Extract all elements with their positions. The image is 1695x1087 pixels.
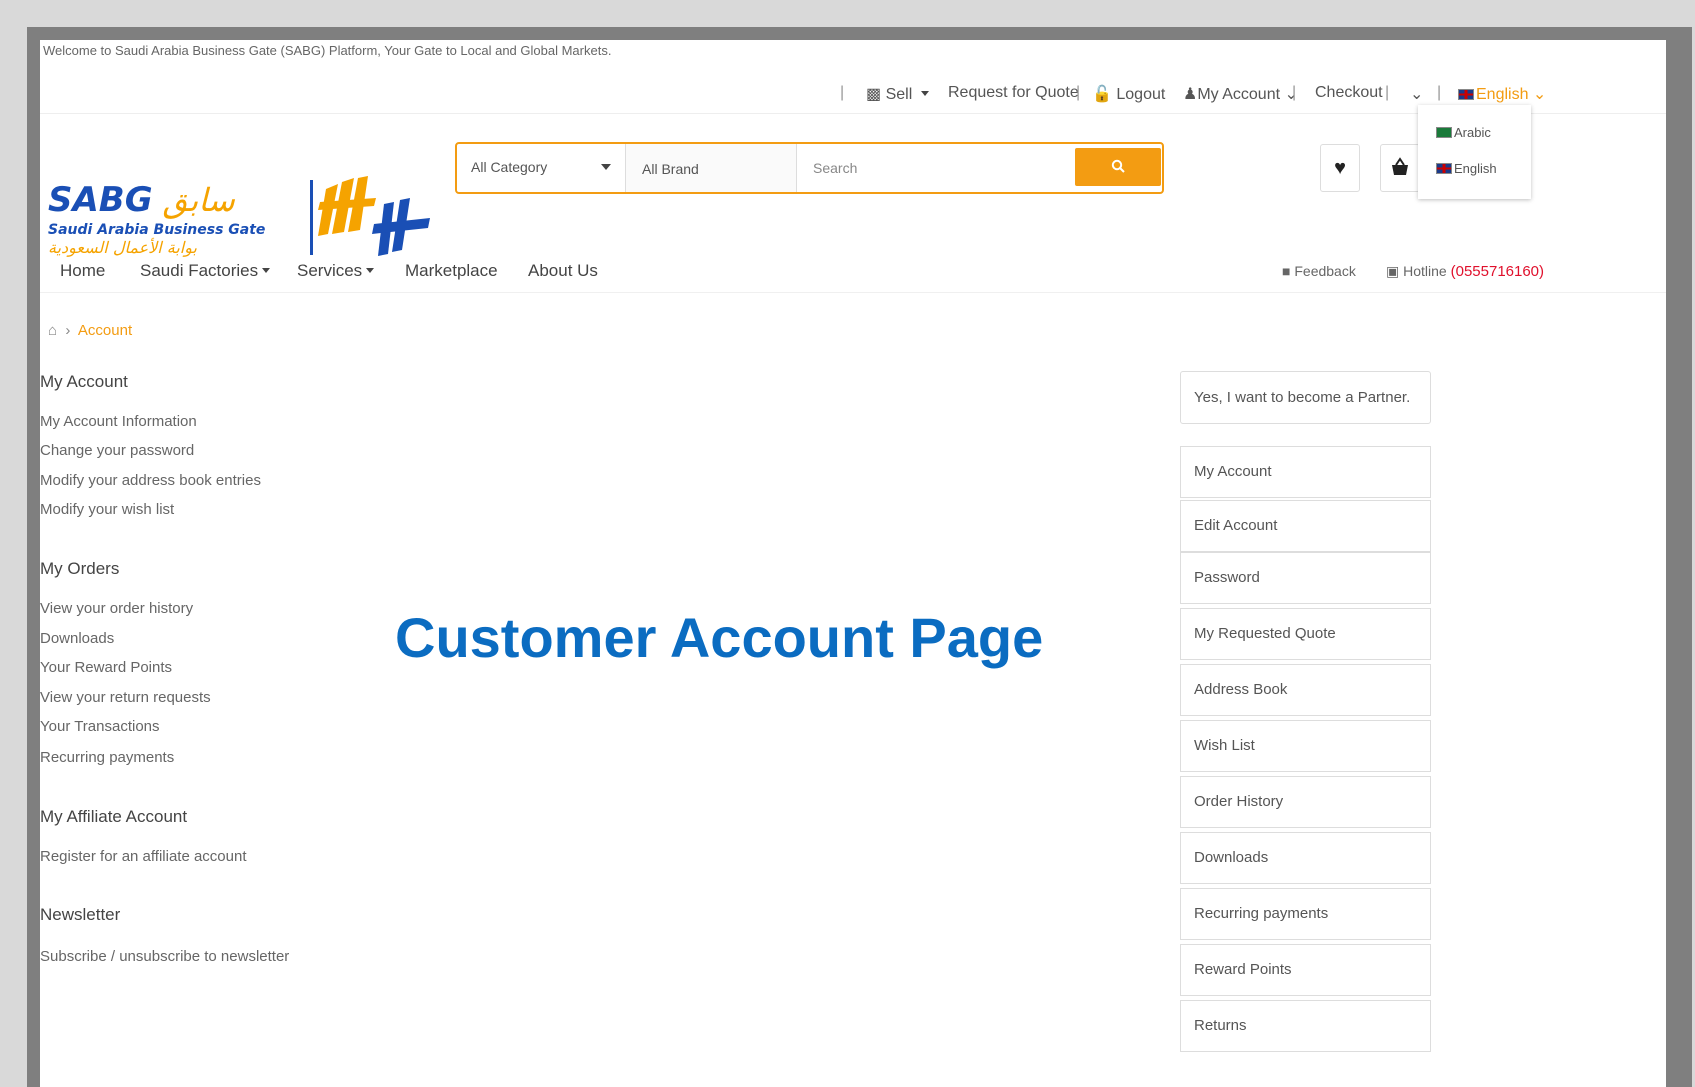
search-icon [1111, 159, 1125, 173]
nav-about[interactable]: About Us [528, 261, 598, 281]
link-wish-list[interactable]: Modify your wish list [40, 501, 174, 518]
users-icon: ▩ [866, 86, 882, 103]
my-account-menu[interactable]: ♟My Account ⌄ [1183, 84, 1298, 104]
menu-item-recurring-payments[interactable]: Recurring payments [1180, 888, 1431, 940]
search-button[interactable] [1075, 148, 1161, 186]
caret-down-icon [601, 164, 611, 170]
divider: | [1292, 84, 1297, 101]
logout-link[interactable]: 🔓 Logout [1092, 84, 1165, 104]
currency-dropdown[interactable]: ⌄ [1410, 84, 1423, 104]
link-newsletter[interactable]: Subscribe / unsubscribe to newsletter [40, 948, 289, 965]
request-quote-link[interactable]: Request for Quote [948, 84, 1079, 102]
language-option-arabic[interactable]: Arabic [1436, 125, 1491, 140]
search-input[interactable] [797, 144, 1075, 192]
heart-icon: ♥ [1334, 157, 1346, 179]
uk-flag-icon [1436, 163, 1452, 174]
brand-select[interactable]: All Brand [626, 144, 797, 192]
logo-subtitle: Saudi Arabia Business Gate [48, 222, 266, 238]
link-downloads[interactable]: Downloads [40, 630, 114, 647]
main-nav: Home Saudi Factories Services Marketplac… [40, 253, 1666, 293]
link-recurring-payments[interactable]: Recurring payments [40, 749, 174, 766]
link-transactions[interactable]: Your Transactions [40, 718, 160, 735]
language-option-english[interactable]: English [1436, 161, 1497, 176]
logo-mark-icon [318, 176, 430, 256]
home-icon[interactable]: ⌂ [48, 322, 57, 339]
category-select[interactable]: All Category [457, 144, 626, 192]
uk-flag-icon [1458, 89, 1474, 100]
link-account-information[interactable]: My Account Information [40, 413, 197, 430]
divider: | [1385, 84, 1390, 101]
nav-saudi-factories[interactable]: Saudi Factories [140, 261, 271, 281]
nav-marketplace[interactable]: Marketplace [405, 261, 498, 281]
logo-divider [310, 180, 313, 255]
menu-item-reward-points[interactable]: Reward Points [1180, 944, 1431, 996]
menu-item-downloads[interactable]: Downloads [1180, 832, 1431, 884]
page: Welcome to Saudi Arabia Business Gate (S… [40, 40, 1666, 1087]
cart-button[interactable] [1380, 144, 1420, 192]
language-label: English [1476, 86, 1529, 103]
page-heading: Customer Account Page [395, 606, 1044, 669]
menu-item-password[interactable]: Password [1180, 552, 1431, 604]
chevron-down-icon [920, 91, 929, 96]
truck-icon: ■ [1282, 263, 1291, 279]
menu-item-returns[interactable]: Returns [1180, 1000, 1431, 1052]
section-title-my-account: My Account [40, 372, 128, 391]
nav-saudi-factories-label: Saudi Factories [140, 261, 259, 280]
language-option-label: Arabic [1454, 125, 1491, 140]
hotline[interactable]: ▣ Hotline (0555716160) [1386, 263, 1544, 280]
logo-arabic: سابق [162, 181, 235, 219]
basket-icon [1392, 157, 1408, 175]
menu-item-my-account[interactable]: My Account [1180, 446, 1431, 498]
breadcrumb: ⌂ › Account [48, 322, 133, 339]
link-reward-points[interactable]: Your Reward Points [40, 659, 172, 676]
nav-home[interactable]: Home [60, 261, 105, 281]
language-dropdown: Arabic English [1418, 105, 1531, 199]
brand-label: All Brand [642, 161, 699, 177]
nav-services-label: Services [297, 261, 363, 280]
link-order-history[interactable]: View your order history [40, 600, 193, 617]
my-account-label: My Account [1197, 86, 1281, 103]
hotline-number: (0555716160) [1450, 263, 1545, 280]
nav-services[interactable]: Services [297, 261, 375, 281]
logout-label: Logout [1116, 86, 1166, 103]
menu-item-wish-list[interactable]: Wish List [1180, 720, 1431, 772]
menu-item-address-book[interactable]: Address Book [1180, 664, 1431, 716]
sell-menu[interactable]: ▩ Sell [866, 84, 929, 104]
section-title-newsletter: Newsletter [40, 905, 121, 924]
breadcrumb-current[interactable]: Account [78, 322, 132, 339]
divider: | [1437, 84, 1442, 101]
divider: | [1076, 84, 1081, 101]
checkout-link[interactable]: Checkout [1315, 84, 1383, 102]
section-title-affiliate: My Affiliate Account [40, 807, 188, 826]
link-return-requests[interactable]: View your return requests [40, 689, 211, 706]
welcome-text: Welcome to Saudi Arabia Business Gate (S… [43, 43, 612, 58]
sell-label: Sell [885, 86, 913, 103]
caret-down-icon [262, 268, 271, 273]
user-icon: ♟ [1183, 86, 1198, 103]
hotline-label: Hotline [1403, 263, 1447, 279]
menu-item-edit-account[interactable]: Edit Account [1180, 500, 1431, 552]
category-label: All Category [471, 159, 548, 175]
language-option-label: English [1454, 161, 1497, 176]
link-address-book[interactable]: Modify your address book entries [40, 472, 261, 489]
search-bar: All Category All Brand [455, 142, 1164, 194]
menu-item-requested-quote[interactable]: My Requested Quote [1180, 608, 1431, 660]
menu-item-order-history[interactable]: Order History [1180, 776, 1431, 828]
caret-down-icon [366, 268, 375, 273]
logo-sabg: SABG [48, 180, 153, 220]
wishlist-button[interactable]: ♥ [1320, 144, 1360, 192]
feedback-label: Feedback [1294, 263, 1356, 279]
feedback-link[interactable]: ■ Feedback [1282, 263, 1356, 279]
link-change-password[interactable]: Change your password [40, 442, 194, 459]
section-title-my-orders: My Orders [40, 559, 120, 578]
phone-icon: ▣ [1386, 263, 1400, 279]
become-partner-button[interactable]: Yes, I want to become a Partner. [1180, 371, 1431, 424]
divider: | [840, 84, 845, 101]
saudi-flag-icon [1436, 127, 1452, 138]
link-register-affiliate[interactable]: Register for an affiliate account [40, 848, 247, 865]
language-menu[interactable]: English ⌄ [1458, 84, 1546, 104]
unlock-icon: 🔓 [1092, 86, 1112, 103]
